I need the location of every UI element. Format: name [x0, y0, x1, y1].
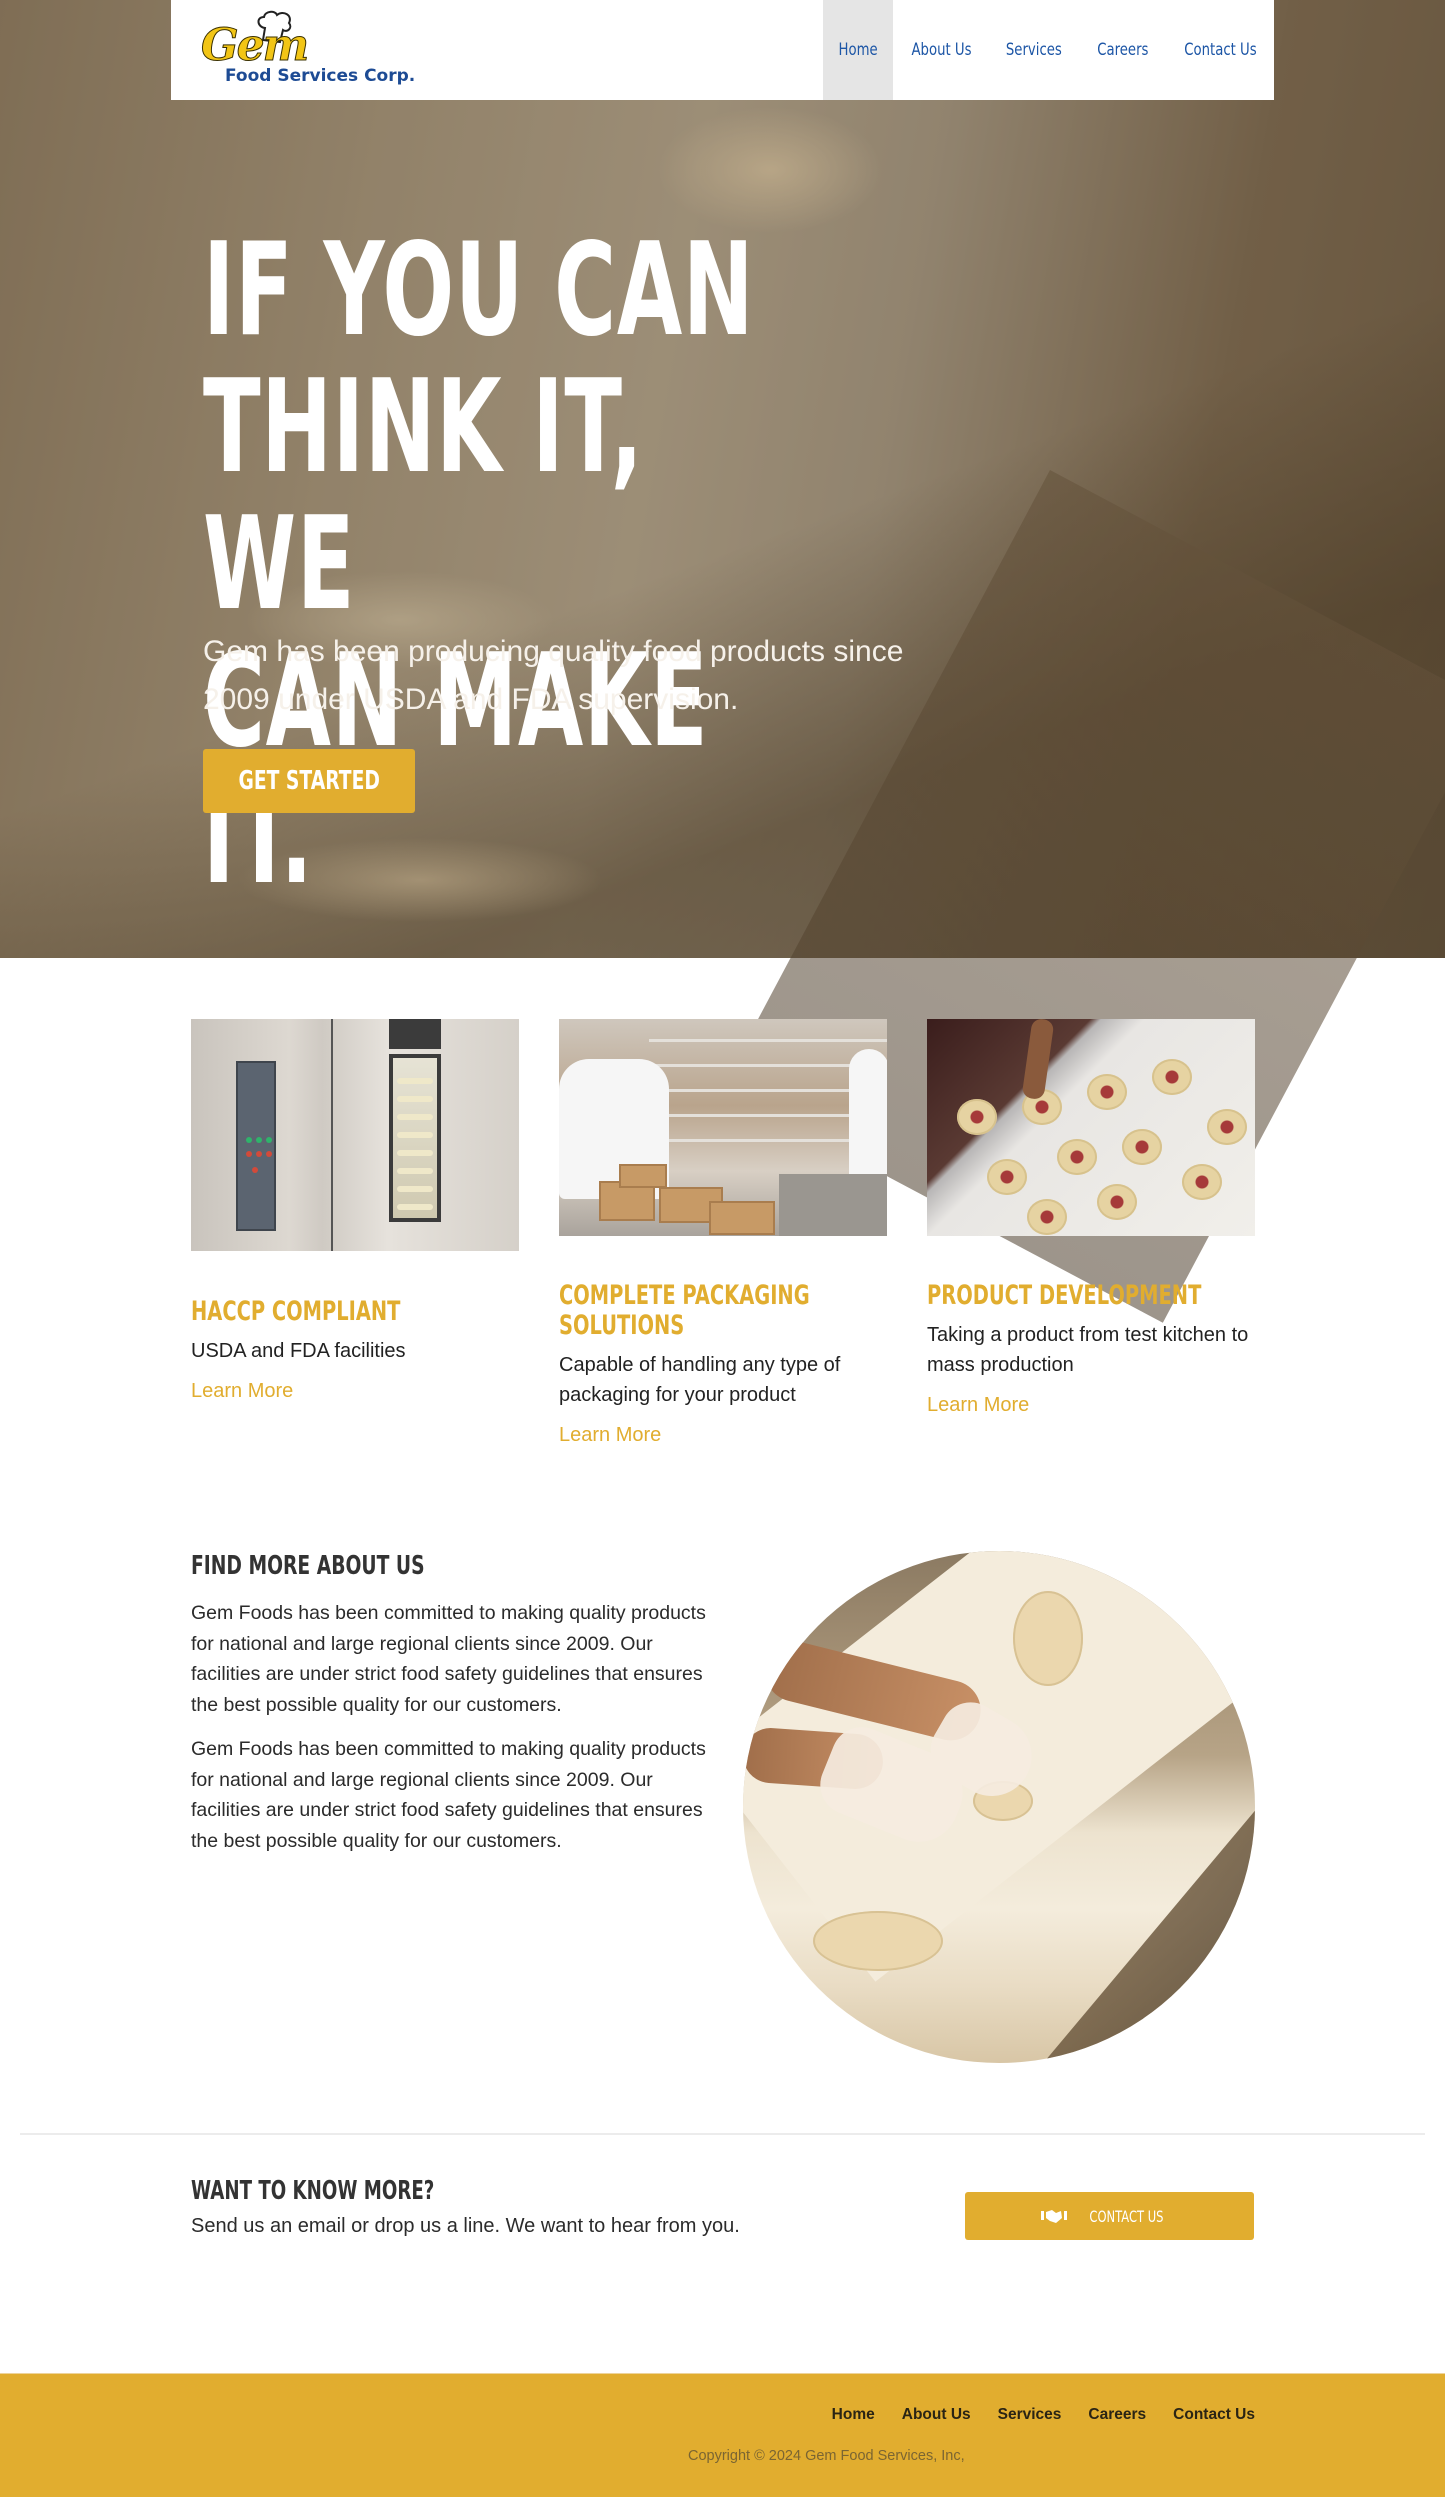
footer-nav-services[interactable]: Services	[998, 2406, 1062, 2424]
footer-nav-contact-us[interactable]: Contact Us	[1173, 2406, 1255, 2424]
get-started-label: GET STARTED	[238, 766, 380, 796]
learn-more-link[interactable]: Learn More	[559, 1424, 661, 1447]
contact-us-button[interactable]: CONTACT US	[965, 2192, 1254, 2240]
hero-section: Gem Food Services Corp. Home About Us Se…	[0, 0, 1445, 1323]
learn-more-link[interactable]: Learn More	[927, 1394, 1029, 1417]
about-paragraph: Gem Foods has been committed to making q…	[191, 1602, 706, 1716]
packaging-workers-photo	[559, 1019, 887, 1236]
nav-careers[interactable]: Careers	[1079, 0, 1167, 100]
nav-services[interactable]: Services	[989, 0, 1079, 100]
pastry-tray-photo	[927, 1019, 1255, 1236]
oven-badge	[389, 1019, 441, 1049]
nav-contact-us[interactable]: Contact Us	[1167, 0, 1274, 100]
get-started-button[interactable]: GET STARTED	[203, 749, 415, 813]
copyright-text: Copyright © 2024 Gem Food Services, Inc,	[688, 2448, 965, 2464]
site-header: Gem Food Services Corp. Home About Us Se…	[171, 0, 1274, 100]
about-paragraph: Gem Foods has been committed to making q…	[191, 1738, 706, 1852]
nav-about-us-label: About Us	[910, 40, 972, 60]
hand	[1021, 1019, 1055, 1101]
nav-home[interactable]: Home	[823, 0, 893, 100]
nav-contact-us-label: Contact Us	[1184, 40, 1257, 60]
section-divider	[20, 2133, 1425, 2135]
handshake-icon	[1041, 2210, 1068, 2223]
feature-title: COMPLETE PACKAGING SOLUTIONS	[559, 1280, 810, 1341]
about-title: FIND MORE ABOUT US	[191, 1551, 425, 1581]
logo[interactable]: Gem Food Services Corp.	[200, 0, 431, 100]
photo-dough	[1013, 1591, 1083, 1686]
learn-more-link[interactable]: Learn More	[191, 1380, 293, 1403]
footer-nav: Home About Us Services Careers Contact U…	[832, 2406, 1255, 2424]
hero-subtitle: Gem has been producing quality food prod…	[203, 635, 904, 716]
oven-window	[389, 1054, 441, 1222]
feature-title: HACCP COMPLIANT	[191, 1296, 401, 1327]
cta-text: Send us an email or drop us a line. We w…	[191, 2215, 740, 2237]
cta-title: WANT TO KNOW MORE?	[191, 2176, 435, 2206]
oven-door-seam	[331, 1019, 333, 1251]
photo-dough	[813, 1911, 943, 1971]
logo-company-text: Food Services Corp.	[225, 66, 416, 86]
nav-home-label: Home	[838, 40, 878, 60]
site-footer: Home About Us Services Careers Contact U…	[0, 2373, 1445, 2497]
nav-about-us[interactable]: About Us	[893, 0, 989, 100]
feature-title: PRODUCT DEVELOPMENT	[927, 1280, 1202, 1311]
oven-control-panel	[236, 1061, 276, 1231]
footer-nav-home[interactable]: Home	[832, 2406, 875, 2424]
nav-services-label: Services	[1006, 40, 1062, 60]
footer-nav-careers[interactable]: Careers	[1088, 2406, 1146, 2424]
main-nav: Home About Us Services Careers Contact U…	[823, 0, 1274, 100]
feature-description: Capable of handling any type of packagin…	[559, 1354, 841, 1406]
logo-script-text: Gem	[200, 20, 309, 72]
industrial-oven-photo	[191, 1019, 519, 1251]
feature-description: Taking a product from test kitchen to ma…	[927, 1324, 1249, 1376]
dough-preparation-photo	[743, 1551, 1255, 2063]
footer-nav-about-us[interactable]: About Us	[902, 2406, 971, 2424]
contact-us-label: CONTACT US	[1089, 2206, 1164, 2226]
nav-careers-label: Careers	[1097, 40, 1149, 60]
feature-description: USDA and FDA facilities	[191, 1340, 406, 1362]
